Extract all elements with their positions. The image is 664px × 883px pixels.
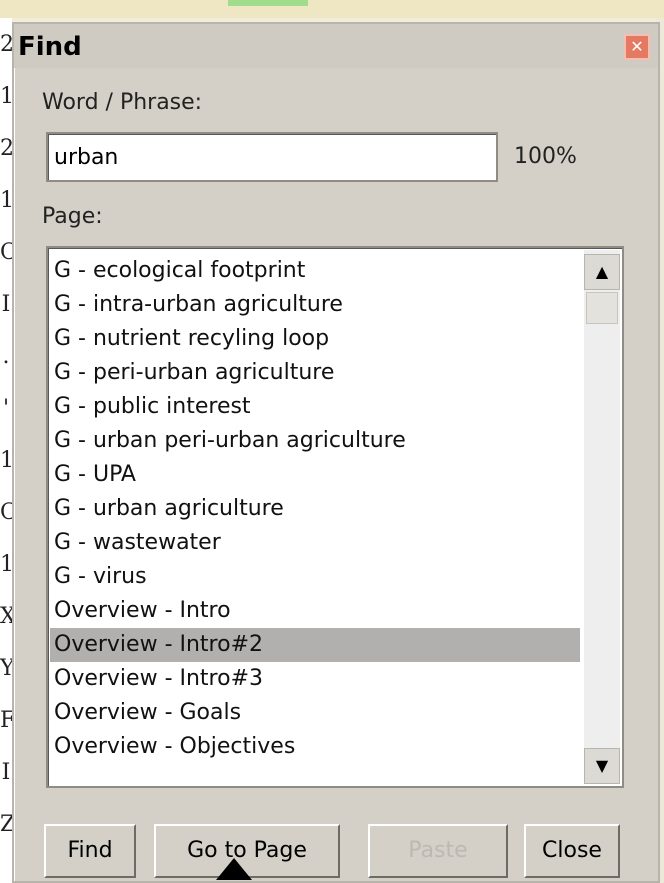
- page-list-item[interactable]: G - urban peri-urban agriculture: [50, 424, 580, 458]
- backdrop-char: ': [2, 396, 10, 421]
- zoom-level: 100%: [514, 144, 577, 169]
- page-list-item[interactable]: G - virus: [50, 560, 580, 594]
- page-label: Page:: [42, 204, 103, 229]
- find-button[interactable]: Find: [44, 824, 136, 878]
- paste-button: Paste: [368, 824, 508, 878]
- backdrop-top: [0, 0, 664, 18]
- page-list-item[interactable]: Overview - Intro#3: [50, 662, 580, 696]
- backdrop-char: 2: [0, 32, 14, 57]
- close-button[interactable]: Close: [524, 824, 620, 878]
- backdrop-char: F: [0, 708, 16, 733]
- backdrop-char: I: [1, 292, 11, 317]
- backdrop-char: 1: [0, 188, 14, 213]
- page-list-item[interactable]: G - public interest: [50, 390, 580, 424]
- word-phrase-label: Word / Phrase:: [42, 90, 203, 115]
- page-list-item[interactable]: Overview - Intro: [50, 594, 580, 628]
- backdrop-char: Z: [0, 812, 16, 837]
- backdrop-char: 1: [0, 448, 14, 473]
- backdrop-char: 1: [0, 84, 14, 109]
- scroll-up-icon[interactable]: ▲: [584, 254, 620, 290]
- backdrop-char: 2: [0, 136, 14, 161]
- backdrop-char: C: [0, 500, 17, 525]
- page-list-item[interactable]: Overview - Intro#2: [50, 628, 580, 662]
- page-listbox[interactable]: G - ecological footprint G - intra-urban …: [46, 246, 624, 788]
- mouse-cursor-icon: [216, 858, 252, 880]
- scroll-down-icon[interactable]: ▼: [584, 748, 620, 784]
- page-list: G - ecological footprint G - intra-urban …: [50, 254, 580, 764]
- page-list-item[interactable]: Overview - Goals: [50, 696, 580, 730]
- backdrop-char: Y: [0, 656, 15, 681]
- page-list-item[interactable]: G - ecological footprint: [50, 254, 580, 288]
- page-list-item[interactable]: G - urban agriculture: [50, 492, 580, 526]
- backdrop-char: C: [0, 240, 17, 265]
- page-list-item[interactable]: Overview - Objectives: [50, 730, 580, 764]
- page-list-item[interactable]: G - UPA: [50, 458, 580, 492]
- title-bar: Find ✕: [14, 24, 658, 68]
- vertical-scrollbar[interactable]: ▲ ▼: [584, 250, 620, 784]
- page-list-item[interactable]: G - wastewater: [50, 526, 580, 560]
- dialog-title: Find: [18, 32, 82, 62]
- word-phrase-input[interactable]: [46, 132, 498, 182]
- find-dialog: Find ✕ Word / Phrase: 100% Page: G - eco…: [12, 22, 660, 883]
- page-list-item[interactable]: G - nutrient recyling loop: [50, 322, 580, 356]
- backdrop-char: X: [0, 604, 16, 629]
- backdrop-char: .: [2, 344, 10, 369]
- page-list-item[interactable]: G - peri-urban agriculture: [50, 356, 580, 390]
- close-icon[interactable]: ✕: [624, 34, 650, 60]
- scroll-thumb[interactable]: [586, 292, 618, 324]
- backdrop-char: 1: [0, 552, 14, 577]
- backdrop-char: I: [1, 760, 11, 785]
- page-list-item[interactable]: G - intra-urban agriculture: [50, 288, 580, 322]
- backdrop-left-strip: 2 1 2 1 C I. ' 1 C 1 X Y F I Z: [0, 18, 17, 883]
- backdrop-green-tab: [228, 0, 308, 6]
